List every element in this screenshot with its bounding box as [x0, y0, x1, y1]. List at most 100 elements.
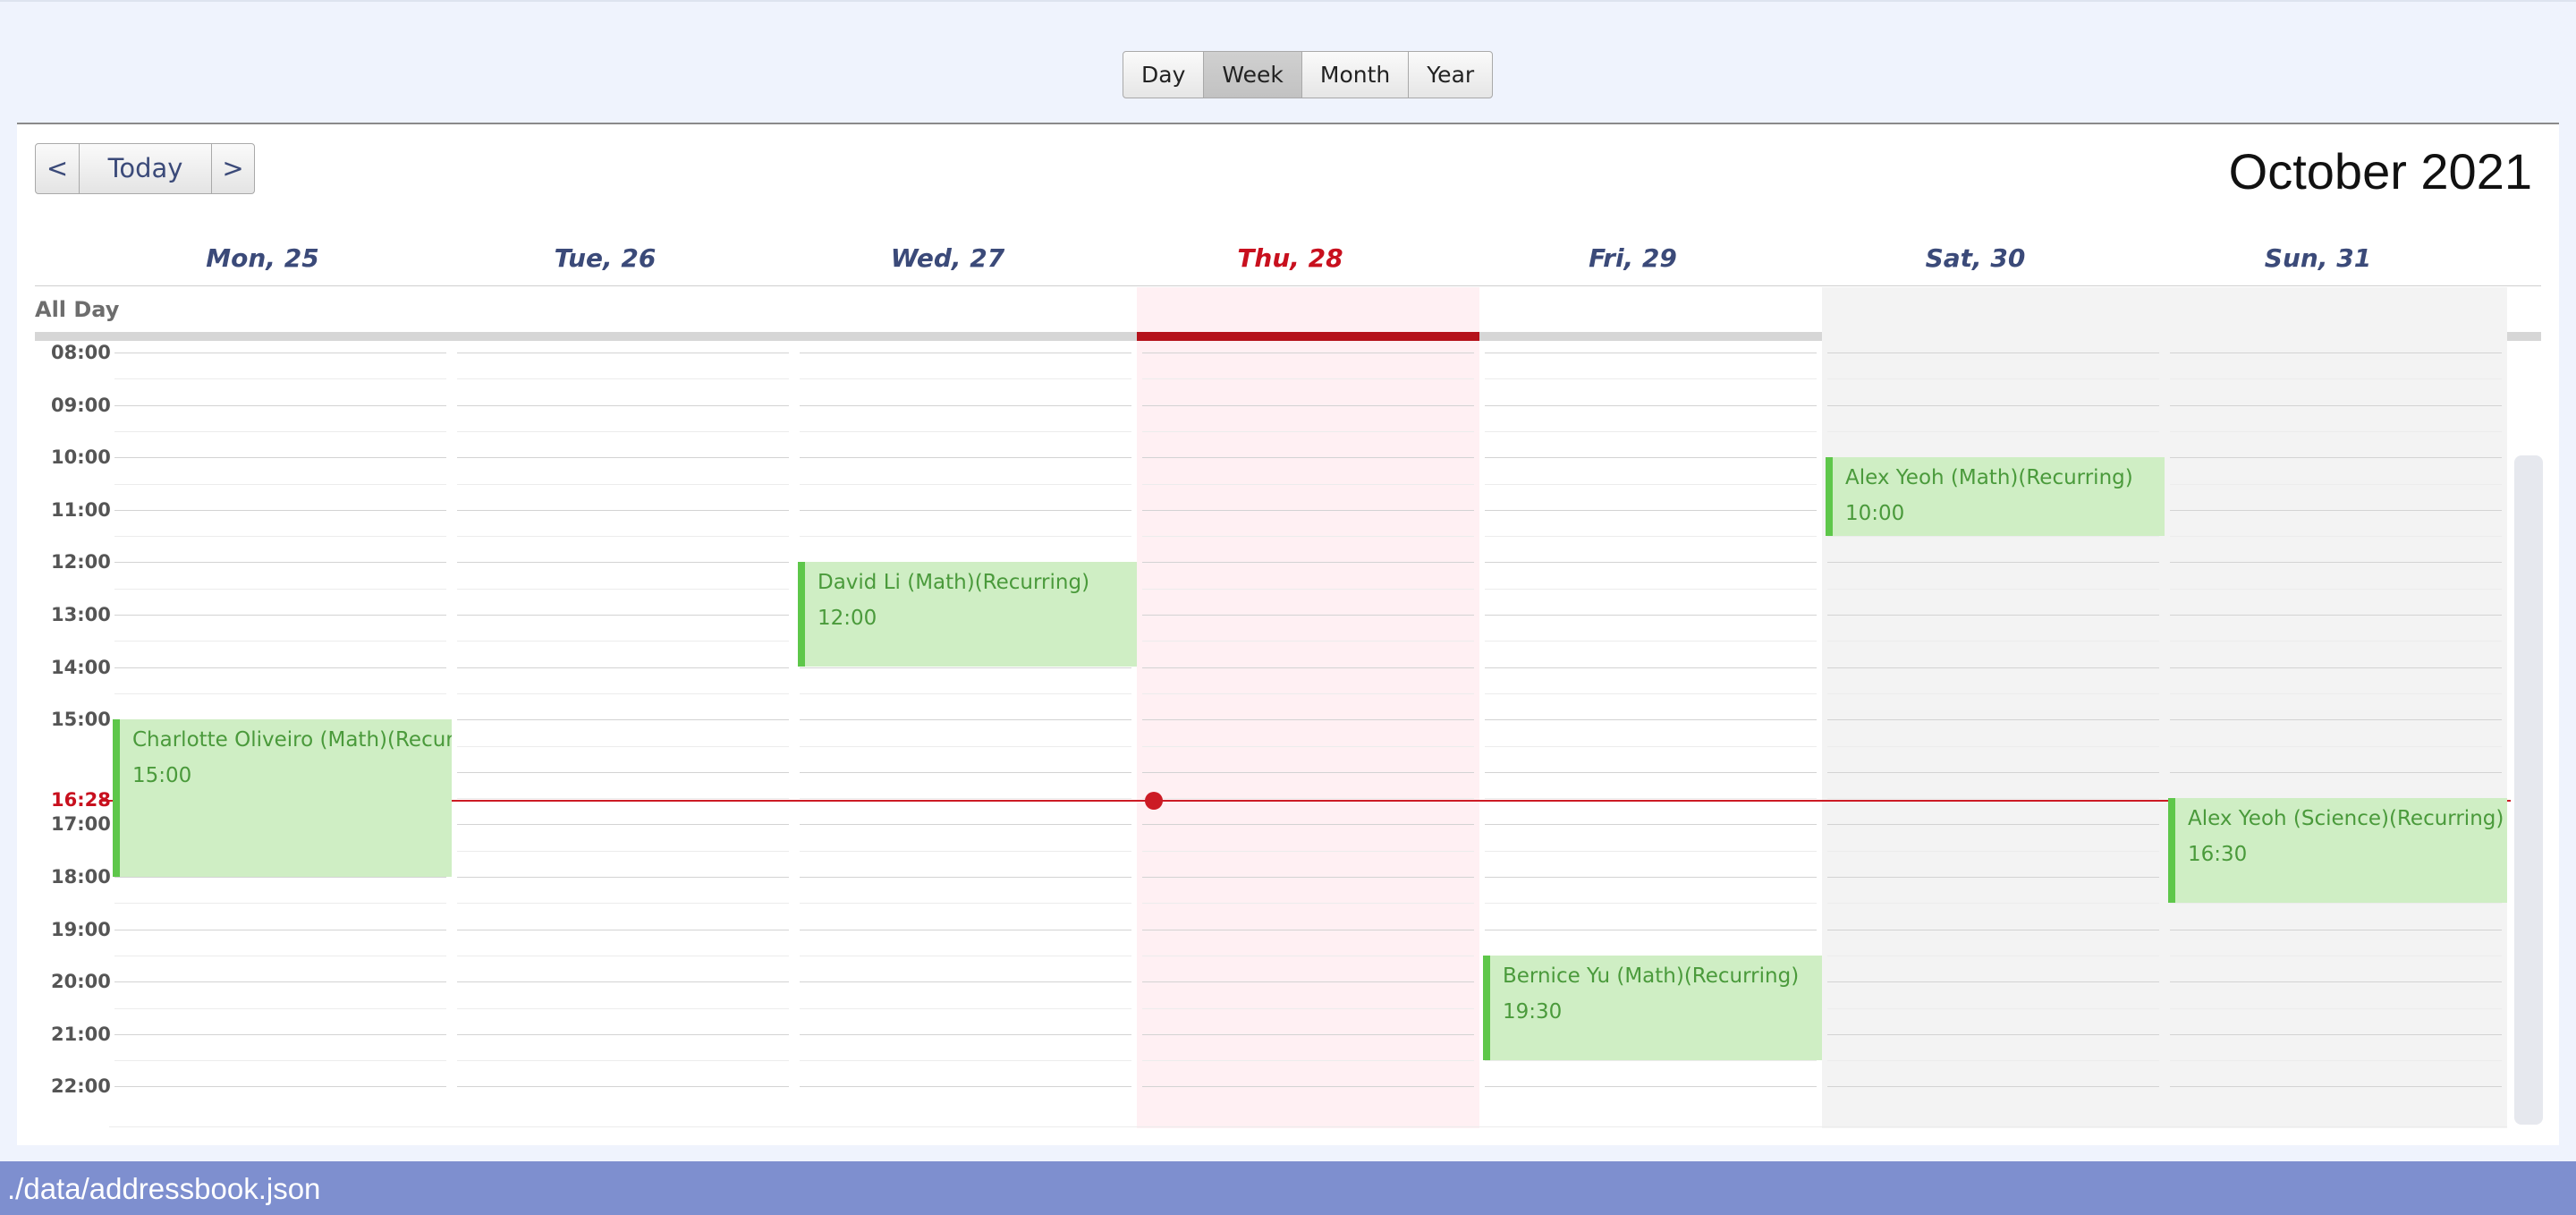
half-hour-line [457, 746, 789, 747]
day-column-today [1137, 287, 1479, 1128]
hour-line [2170, 981, 2502, 982]
half-hour-line [2170, 903, 2502, 904]
half-hour-line [800, 484, 1131, 485]
half-hour-line [457, 693, 789, 694]
half-hour-line [1485, 693, 1817, 694]
half-hour-line [457, 536, 789, 537]
hour-line [2170, 615, 2502, 616]
hour-line [114, 615, 446, 616]
half-hour-line [457, 431, 789, 432]
half-hour-line [1485, 1060, 1817, 1061]
half-hour-line [1485, 589, 1817, 590]
hour-line [2170, 457, 2502, 458]
half-hour-line [1827, 851, 2159, 852]
half-hour-line [1827, 431, 2159, 432]
day-header[interactable]: Mon, 25 [91, 243, 434, 273]
hour-label: 20:00 [51, 971, 111, 992]
hour-line [1142, 667, 1474, 668]
day-header[interactable]: Wed, 27 [776, 243, 1119, 273]
half-hour-line [114, 431, 446, 432]
day-header[interactable]: Sat, 30 [1804, 243, 2147, 273]
day-header[interactable]: Tue, 26 [434, 243, 776, 273]
event-time: 10:00 [1845, 502, 1905, 525]
hour-line [1142, 877, 1474, 878]
hour-line [1827, 405, 2159, 406]
hour-line [800, 1034, 1131, 1035]
hour-line [1827, 824, 2159, 825]
hour-label: 12:00 [51, 551, 111, 573]
calendar-event[interactable]: Alex Yeoh (Science)(Recurring) 16:30 [2168, 798, 2507, 903]
hour-line [1142, 405, 1474, 406]
half-hour-line [114, 378, 446, 379]
hour-line [1827, 667, 2159, 668]
hour-line [1485, 824, 1817, 825]
vertical-scrollbar[interactable] [2514, 455, 2543, 1125]
hour-line [457, 510, 789, 511]
half-hour-line [800, 851, 1131, 852]
hour-line [457, 615, 789, 616]
hour-line [1142, 824, 1474, 825]
half-hour-line [2170, 484, 2502, 485]
hour-line [1485, 457, 1817, 458]
half-hour-line [1142, 1008, 1474, 1009]
hour-line [457, 405, 789, 406]
half-hour-line [800, 903, 1131, 904]
hour-line [114, 562, 446, 563]
hour-line [1485, 405, 1817, 406]
hour-line [457, 981, 789, 982]
half-hour-line [457, 589, 789, 590]
calendar-event[interactable]: Charlotte Oliveiro (Math)(Recurring) 15:0… [113, 719, 452, 877]
hour-line [800, 981, 1131, 982]
all-day-label: All Day [35, 297, 120, 322]
hour-label: 22:00 [51, 1075, 111, 1097]
view-day-button[interactable]: Day [1123, 52, 1203, 98]
day-header[interactable]: Sun, 31 [2147, 243, 2489, 273]
day-header[interactable]: Thu, 28 [1119, 243, 1462, 273]
half-hour-line [1142, 536, 1474, 537]
half-hour-line [800, 693, 1131, 694]
half-hour-line [1142, 378, 1474, 379]
half-hour-line [1485, 378, 1817, 379]
calendar-event[interactable]: Alex Yeoh (Math)(Recurring) 10:00 [1826, 457, 2165, 536]
event-time: 16:30 [2188, 843, 2248, 866]
half-hour-line [1485, 484, 1817, 485]
view-week-button[interactable]: Week [1203, 52, 1301, 98]
hour-line [1827, 877, 2159, 878]
hour-line [800, 457, 1131, 458]
half-hour-line [2170, 431, 2502, 432]
view-year-button[interactable]: Year [1408, 52, 1492, 98]
half-hour-line [1485, 851, 1817, 852]
current-time-marker [1145, 792, 1163, 810]
hour-line [114, 510, 446, 511]
half-hour-line [457, 378, 789, 379]
hour-line [457, 772, 789, 773]
day-header[interactable]: Fri, 29 [1462, 243, 1804, 273]
half-hour-line [1827, 1060, 2159, 1061]
half-hour-line [114, 1008, 446, 1009]
current-time-line [99, 800, 2511, 802]
event-title: David Li (Math)(Recurring) [818, 571, 1090, 594]
hour-line [1827, 719, 2159, 720]
hour-line [114, 457, 446, 458]
calendar-event[interactable]: Bernice Yu (Math)(Recurring) 19:30 [1483, 956, 1822, 1060]
hour-line [1827, 562, 2159, 563]
event-title: Charlotte Oliveiro (Math)(Recurring) [132, 728, 452, 752]
half-hour-line [800, 798, 1131, 799]
half-hour-line [2170, 536, 2502, 537]
event-time: 15:00 [132, 764, 192, 787]
half-hour-line [1142, 589, 1474, 590]
half-hour-line [1827, 903, 2159, 904]
view-month-button[interactable]: Month [1301, 52, 1408, 98]
hour-line [457, 1086, 789, 1087]
event-title: Bernice Yu (Math)(Recurring) [1503, 964, 1800, 988]
day-column-weekend [1822, 287, 2165, 1128]
half-hour-line [800, 431, 1131, 432]
grid-bottom-line [109, 1126, 2507, 1127]
hour-label: 14:00 [51, 657, 111, 678]
half-hour-line [457, 903, 789, 904]
calendar-event[interactable]: David Li (Math)(Recurring) 12:00 [798, 562, 1137, 667]
hour-line [457, 1034, 789, 1035]
event-title: Alex Yeoh (Science)(Recurring) [2188, 807, 2504, 830]
half-hour-line [114, 484, 446, 485]
hour-line [2170, 667, 2502, 668]
